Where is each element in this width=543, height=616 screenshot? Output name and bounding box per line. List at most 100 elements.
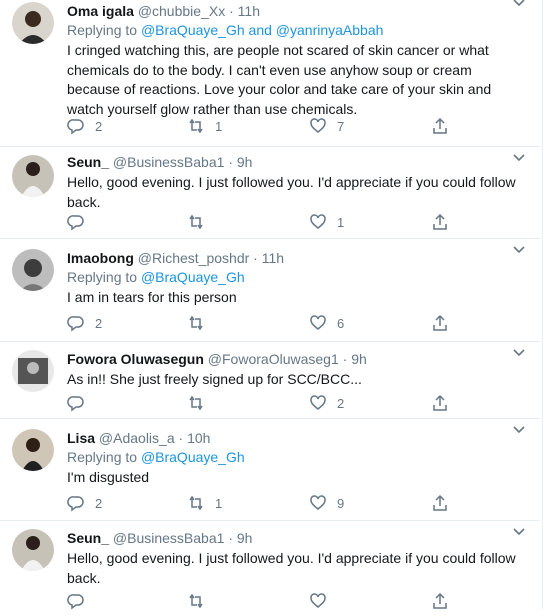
tweet[interactable]: Seun_ @BusinessBaba1 · 9h Hello, good ev… (0, 521, 540, 616)
retweet-icon (189, 495, 203, 511)
tweet-text: I cringed watching this, are people not … (67, 42, 492, 117)
retweet-button[interactable]: 1 (187, 117, 222, 135)
caret-down-icon[interactable] (512, 0, 526, 8)
like-button[interactable]: 6 (309, 314, 344, 332)
mention-link[interactable]: @BraQuaye_Gh (141, 22, 245, 38)
like-count: 6 (337, 315, 345, 331)
tweet-time[interactable]: 11h (262, 250, 284, 266)
like-icon (310, 495, 326, 510)
display-name[interactable]: Imaobong (67, 250, 134, 266)
user-handle[interactable]: @chubbie_Xx (138, 3, 225, 19)
tweet[interactable]: Lisa @Adaolis_a · 10h Replying to @BraQu… (0, 419, 540, 521)
retweet-icon (189, 118, 203, 134)
caret-down-icon[interactable] (512, 527, 526, 537)
tweet-time[interactable]: 11h (238, 3, 260, 19)
tweet[interactable]: Fowora Oluwasegun @FoworaOluwaseg1 · 9h … (0, 342, 540, 419)
like-button[interactable]: 9 (309, 494, 344, 512)
tweet-text: Hello, good evening. I just followed you… (67, 550, 516, 586)
like-button[interactable] (309, 592, 337, 610)
tweet-time[interactable]: 9h (237, 154, 253, 170)
caret-down-icon[interactable] (512, 153, 526, 163)
tweet[interactable]: Oma igala @chubbie_Xx · 11h Replying to … (0, 0, 540, 147)
reply-button[interactable]: 2 (67, 117, 102, 135)
retweet-button[interactable] (187, 314, 215, 332)
caret-down-icon[interactable] (512, 425, 526, 435)
retweet-button[interactable] (187, 394, 215, 412)
caret-down-icon[interactable] (512, 245, 526, 255)
share-icon (433, 213, 447, 230)
tweet[interactable]: Imaobong @Richest_poshdr · 11h Replying … (0, 239, 540, 342)
user-handle[interactable]: @Adaolis_a (99, 430, 175, 446)
retweet-button[interactable]: 1 (187, 494, 222, 512)
user-handle[interactable]: @BusinessBaba1 (113, 530, 225, 546)
retweet-icon (189, 395, 203, 411)
reply-button[interactable]: 2 (67, 314, 102, 332)
avatar[interactable] (12, 350, 54, 392)
avatar[interactable] (12, 2, 54, 44)
display-name[interactable]: Seun_ (67, 530, 109, 546)
tweet-header: Fowora Oluwasegun @FoworaOluwaseg1 · 9h (67, 350, 526, 369)
replying-to: Replying to @BraQuaye_Gh (67, 448, 526, 467)
reply-icon (67, 396, 84, 412)
like-button[interactable]: 2 (309, 394, 344, 412)
user-handle[interactable]: @Richest_poshdr (138, 250, 250, 266)
tweet-time[interactable]: 10h (187, 430, 210, 446)
replying-to-label: Replying to (67, 449, 138, 465)
share-button[interactable] (431, 117, 449, 135)
like-icon (310, 214, 326, 229)
share-button[interactable] (431, 213, 449, 231)
tweet-actions: 2 1 9 (67, 494, 487, 512)
reply-button[interactable] (67, 213, 95, 231)
retweet-button[interactable] (187, 592, 215, 610)
like-count: 2 (337, 395, 345, 411)
user-handle[interactable]: @FoworaOluwaseg1 (208, 351, 339, 367)
avatar[interactable] (12, 429, 54, 471)
share-button[interactable] (431, 494, 449, 512)
separator-dot: · (342, 351, 348, 367)
avatar[interactable] (12, 529, 54, 571)
separator-dot: · (228, 154, 233, 170)
user-handle[interactable]: @BusinessBaba1 (113, 154, 225, 170)
like-icon (310, 315, 326, 330)
share-icon (433, 394, 447, 411)
retweet-count: 1 (215, 118, 223, 134)
separator-dot: · (228, 530, 233, 546)
tweet-actions (67, 592, 487, 610)
reply-button[interactable] (67, 592, 95, 610)
share-button[interactable] (431, 592, 449, 610)
mention-link[interactable]: @BraQuaye_Gh (141, 449, 245, 465)
like-icon (310, 395, 326, 410)
tweet-header: Oma igala @chubbie_Xx · 11h (67, 2, 526, 21)
avatar[interactable] (12, 155, 54, 197)
like-button[interactable]: 1 (309, 213, 344, 231)
replying-to: Replying to @BraQuaye_Gh (67, 268, 526, 287)
reply-count: 2 (95, 315, 103, 331)
replying-to-label: Replying to (67, 269, 138, 285)
tweet-time[interactable]: 9h (237, 530, 253, 546)
tweet-header: Lisa @Adaolis_a · 10h (67, 429, 526, 448)
display-name[interactable]: Fowora Oluwasegun (67, 351, 204, 367)
avatar[interactable] (12, 249, 54, 291)
reply-button[interactable]: 2 (67, 494, 102, 512)
retweet-icon (189, 214, 203, 230)
caret-down-icon[interactable] (512, 348, 526, 358)
display-name[interactable]: Lisa (67, 430, 95, 446)
mention-link[interactable]: @BraQuaye_Gh (141, 269, 245, 285)
tweet[interactable]: Seun_ @BusinessBaba1 · 9h Hello, good ev… (0, 147, 540, 239)
reply-count: 2 (95, 495, 103, 511)
tweet-time[interactable]: 9h (351, 351, 367, 367)
display-name[interactable]: Oma igala (67, 3, 134, 19)
reply-button[interactable] (67, 394, 95, 412)
mention-joiner: and (248, 22, 272, 38)
like-button[interactable]: 7 (309, 117, 344, 135)
reply-thread: Oma igala @chubbie_Xx · 11h Replying to … (0, 0, 543, 610)
tweet-header: Seun_ @BusinessBaba1 · 9h (67, 529, 526, 548)
share-button[interactable] (431, 314, 449, 332)
reply-icon (67, 496, 84, 512)
share-button[interactable] (431, 394, 449, 412)
mention-link[interactable]: @yanrinyaAbbah (276, 22, 384, 38)
tweet-actions: 2 1 7 (67, 117, 487, 135)
tweet-actions: 1 (67, 213, 487, 231)
retweet-button[interactable] (187, 213, 215, 231)
display-name[interactable]: Seun_ (67, 154, 109, 170)
